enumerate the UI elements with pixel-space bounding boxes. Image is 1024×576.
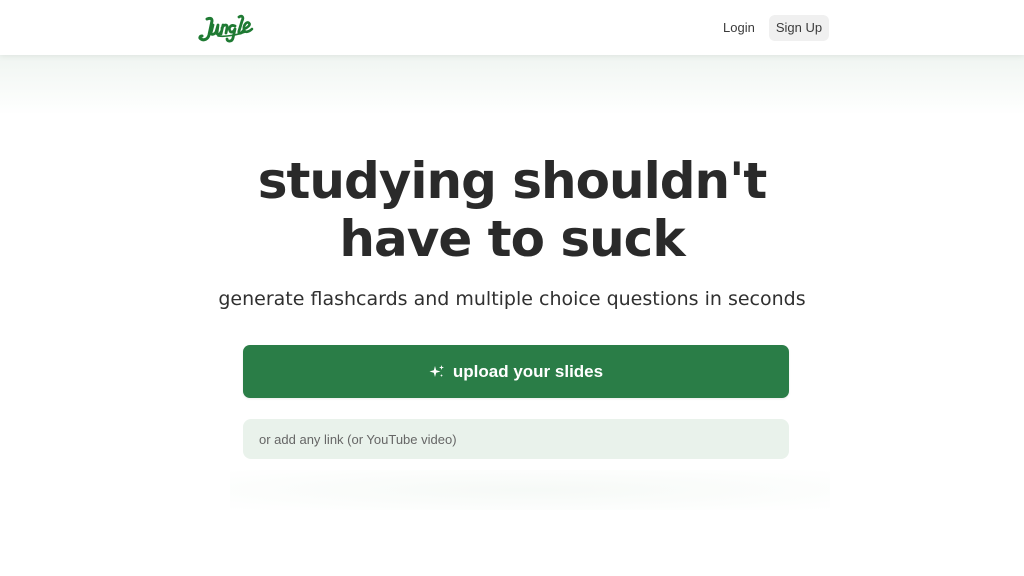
- hero-title: studying shouldn't have to suck: [212, 152, 812, 268]
- signup-button[interactable]: Sign Up: [769, 15, 829, 41]
- top-nav: Login Sign Up: [0, 0, 1024, 55]
- sparkles-icon: [429, 364, 445, 380]
- page: Login Sign Up studying shouldn't have to…: [0, 0, 1024, 576]
- background-glow: [230, 470, 830, 510]
- hero-subtitle: generate flashcards and multiple choice …: [218, 288, 806, 310]
- upload-slides-button[interactable]: upload your slides: [243, 345, 789, 398]
- link-input[interactable]: [243, 419, 789, 459]
- upload-slides-label: upload your slides: [452, 361, 604, 381]
- header-shadow: [0, 55, 1024, 115]
- login-link[interactable]: Login: [712, 15, 766, 41]
- hero-title-line-1: studying shouldn't: [257, 152, 768, 210]
- jungle-logo[interactable]: [198, 11, 254, 43]
- jungle-logo-icon: [198, 14, 254, 43]
- hero-title-line-2: have to suck: [339, 210, 685, 268]
